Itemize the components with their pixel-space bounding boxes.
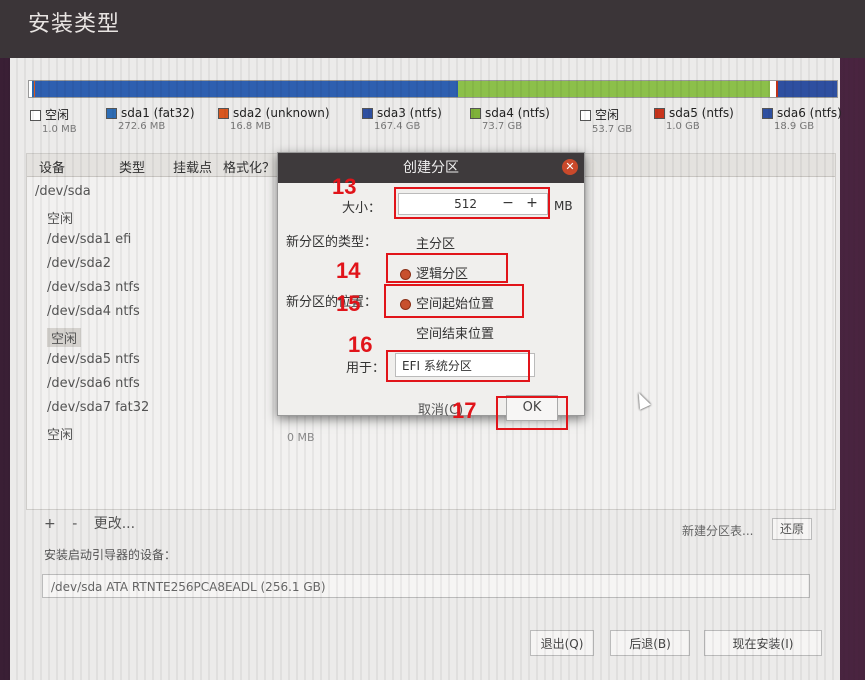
table-row[interactable]: /dev/sda3 ntfs: [47, 280, 140, 295]
dialog-title: 创建分区: [278, 153, 584, 183]
table-row[interactable]: /dev/sda6 ntfs: [47, 376, 140, 391]
table-row[interactable]: /dev/sda2: [47, 256, 111, 271]
partition-toolbar: + - 更改...: [44, 513, 147, 533]
column-header-mount[interactable]: 挂载点: [173, 157, 212, 176]
legend-item: 空闲 1.0 MB: [30, 106, 77, 135]
table-row[interactable]: /dev/sda1 efi: [47, 232, 131, 247]
close-icon[interactable]: ✕: [562, 159, 578, 175]
change-partition-button[interactable]: 更改...: [94, 516, 135, 532]
table-row-selected[interactable]: 空闲: [47, 328, 82, 347]
back-button[interactable]: 后退(B): [610, 630, 690, 656]
legend-swatch: [470, 108, 481, 119]
legend-swatch: [654, 108, 665, 119]
annotation-box-15: [384, 284, 524, 318]
table-row[interactable]: /dev/sda5 ntfs: [47, 352, 140, 367]
table-row[interactable]: 空闲: [47, 208, 73, 227]
annotation-box-16: [386, 350, 530, 382]
free-size-label: 0 MB: [287, 431, 315, 444]
legend-item: sda3 (ntfs) 167.4 GB: [362, 106, 442, 132]
use-as-label: 用于：: [346, 361, 386, 376]
column-header-format[interactable]: 格式化？: [223, 157, 275, 176]
revert-button[interactable]: 还原: [772, 518, 812, 540]
legend-item: sda6 (ntfs) 18.9 GB: [762, 106, 842, 132]
remove-partition-button[interactable]: -: [72, 516, 77, 532]
boot-loader-label: 安装启动引导器的设备：: [44, 548, 177, 562]
add-partition-button[interactable]: +: [44, 516, 56, 532]
annotation-number-14: 14: [336, 258, 361, 283]
legend-swatch: [218, 108, 229, 119]
legend-swatch: [762, 108, 773, 119]
annotation-box-13: [394, 187, 550, 219]
size-unit: MB: [554, 199, 573, 213]
table-row[interactable]: /dev/sda4 ntfs: [47, 304, 140, 319]
quit-button[interactable]: 退出(Q): [530, 630, 594, 656]
table-row[interactable]: /dev/sda7 fat32: [47, 400, 149, 415]
legend-item: sda2 (unknown) 16.8 MB: [218, 106, 330, 132]
legend-item: sda4 (ntfs) 73.7 GB: [470, 106, 550, 132]
window-title: 安装类型: [28, 12, 121, 37]
annotation-number-15: 15: [336, 291, 361, 316]
legend-swatch: [106, 108, 117, 119]
table-row[interactable]: 空闲: [47, 424, 73, 443]
column-header-device[interactable]: 设备: [39, 157, 65, 176]
partition-type-label: 新分区的类型：: [286, 235, 378, 250]
legend-swatch: [580, 110, 591, 121]
partition-legend: 空闲 1.0 MB sda1 (fat32) 272.6 MB sda2 (unkn…: [30, 106, 850, 146]
install-now-button[interactable]: 现在安装(I): [704, 630, 822, 656]
screen: 安装类型 空闲 1.0 MB sda1 (fat32) 272.6 MB sda2 …: [0, 0, 865, 680]
column-header-type[interactable]: 类型: [119, 157, 145, 176]
legend-item: 空闲 53.7 GB: [580, 106, 632, 135]
annotation-number-17: 17: [452, 398, 477, 423]
annotation-number-16: 16: [348, 332, 373, 357]
annotation-number-13: 13: [332, 174, 357, 199]
location-end-radio[interactable]: 空间结束位置: [416, 323, 494, 342]
legend-item: sda1 (fat32) 272.6 MB: [106, 106, 195, 132]
legend-swatch: [30, 110, 41, 121]
primary-partition-radio[interactable]: 主分区: [416, 233, 455, 252]
annotation-box-14: [386, 253, 508, 283]
table-row[interactable]: /dev/sda: [35, 184, 91, 199]
partition-bar: [28, 80, 838, 98]
legend-item: sda5 (ntfs) 1.0 GB: [654, 106, 734, 132]
annotation-box-17: [496, 396, 568, 430]
partition-location-label: 新分区的位置：: [286, 295, 378, 310]
new-partition-table-button[interactable]: 新建分区表...: [682, 522, 753, 539]
legend-swatch: [362, 108, 373, 119]
window-titlebar: 安装类型: [0, 0, 865, 58]
boot-loader-select[interactable]: /dev/sda ATA RTNTE256PCA8EADL (256.1 GB): [42, 574, 810, 598]
